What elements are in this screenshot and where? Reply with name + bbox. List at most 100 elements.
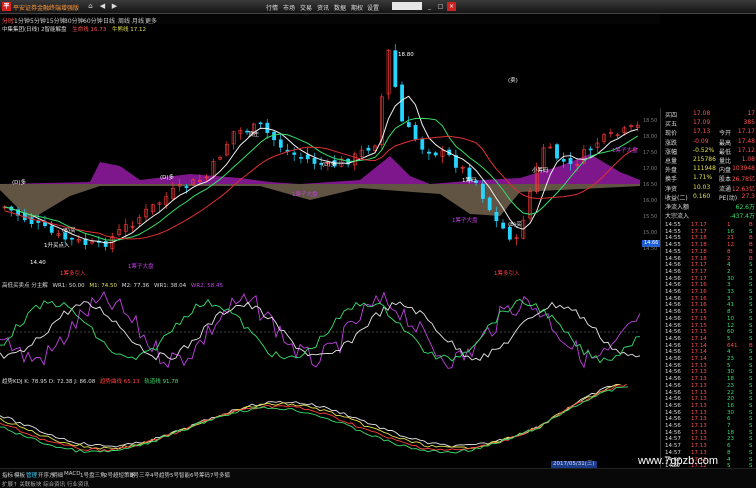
candle <box>400 84 404 122</box>
tick-t: 14:56 <box>665 289 681 295</box>
quote-row: 买五 17.09 385 <box>665 119 755 128</box>
tick-v: 20 <box>727 396 734 403</box>
tick-p: 17.16 <box>691 302 707 309</box>
bottom-tab-6[interactable]: 1号盘三角 <box>80 471 106 479</box>
period-tab-2[interactable]: 5分钟 <box>30 16 46 25</box>
period-tab-9[interactable]: 更多 <box>145 16 157 25</box>
bottom-tab-10[interactable]: 5号智能 <box>170 471 190 479</box>
tick-v: 60 <box>727 329 734 336</box>
tick-p: 17.13 <box>691 443 707 450</box>
tick-v: 3 <box>727 282 731 289</box>
candle <box>406 122 411 127</box>
search-input[interactable] <box>392 2 422 10</box>
tick-t: 14:56 <box>665 329 681 336</box>
minimize-icon[interactable]: _ <box>425 2 434 11</box>
tick-t: 14:55 <box>665 235 681 242</box>
quote-value-right: 17.48 <box>737 137 755 145</box>
bottom-tab-2[interactable]: 管理 <box>26 471 37 479</box>
period-tab-6[interactable]: 日线 <box>103 16 115 25</box>
tick-t: 14:56 <box>665 262 681 269</box>
quote-value-right: 103948 <box>732 165 755 173</box>
tick-p: 17.15 <box>691 322 707 329</box>
tick-t: 14:56 <box>665 369 681 376</box>
candle <box>49 225 54 233</box>
tick-p: 17.17 <box>691 222 707 228</box>
period-tab-4[interactable]: 30分钟 <box>64 16 84 25</box>
bottom-tab-9[interactable]: 4号趋势 <box>150 471 170 479</box>
candle <box>305 154 310 160</box>
tick-p: 17.14 <box>691 342 707 349</box>
bottom-tab-12[interactable]: 7号多狐 <box>210 471 230 479</box>
tick-p: 17.13 <box>691 396 707 403</box>
tick-t: 14:56 <box>665 275 681 282</box>
quote-label-right: 最低 <box>719 148 732 156</box>
quote-value-right: 62.6万 <box>735 204 755 211</box>
price-axis-label: 16.00 <box>643 198 658 204</box>
tick-t: 14:56 <box>665 416 681 423</box>
period-tab-0[interactable]: 分时 <box>2 16 14 25</box>
period-tab-5[interactable]: 60分钟 <box>83 16 103 25</box>
tick-p: 17.13 <box>691 423 707 429</box>
menu-item-1[interactable]: 市场 <box>283 3 295 12</box>
bottom-tab-5[interactable]: MACD <box>64 471 81 477</box>
tick-t: 14:56 <box>665 322 681 329</box>
title-bar: 平 平安证券金融终端增强版 ⌂ ◀ ▶ 行情 市场 交易 资讯 数据 期权 设置 _ □ × <box>0 0 756 14</box>
candle <box>588 148 593 151</box>
maximize-icon[interactable]: □ <box>436 2 445 11</box>
quote-value-right: 27.3 <box>741 192 755 200</box>
tick-v: 30 <box>727 275 734 282</box>
quote-label: 大宗流入 <box>665 213 690 221</box>
tick-v: 16 <box>727 402 734 409</box>
bottom-tab-8[interactable]: 3号三辛 <box>130 471 150 479</box>
forward-icon[interactable]: ▶ <box>110 2 119 11</box>
bottom-tab-4[interactable]: 明细 <box>52 471 63 479</box>
bottom-tab-11[interactable]: 6号筹码 <box>190 471 210 479</box>
candle <box>420 138 425 150</box>
tick-d: S <box>749 443 753 450</box>
tick-t: 14:56 <box>665 362 681 369</box>
candle <box>43 221 47 227</box>
tick-t: 14:56 <box>665 423 681 429</box>
period-tab-7[interactable]: 周线 <box>118 16 130 25</box>
tick-t: 14:57 <box>665 436 681 443</box>
tick-t: 14:56 <box>665 356 681 362</box>
period-tab-8[interactable]: 月线 <box>132 16 144 25</box>
close-icon[interactable]: × <box>447 2 456 11</box>
tick-t: 14:56 <box>665 376 681 383</box>
quote-label: 现价 <box>665 130 678 138</box>
candle <box>501 222 506 229</box>
fund-label-1: 1筹子大盘 <box>292 190 318 198</box>
tick-v: 23 <box>727 356 734 362</box>
period-tab-3[interactable]: 15分钟 <box>46 16 66 25</box>
tick-p: 17.14 <box>691 356 707 362</box>
tick-t: 14:56 <box>665 295 681 302</box>
back-icon[interactable]: ◀ <box>98 2 107 11</box>
tick-d: S <box>749 289 753 295</box>
menu-item-6[interactable]: 设置 <box>367 3 379 12</box>
candlestick-chart: 18.80 14.40 (B)买 (B)买 1升买点入 (D)多 (D)多 (D)多 顶庄小筹码… <box>0 44 640 277</box>
home-icon[interactable]: ⌂ <box>86 2 95 11</box>
candle <box>312 157 317 164</box>
tick-t: 14:56 <box>665 402 681 409</box>
tick-p: 17.15 <box>691 315 707 322</box>
tick-d: S <box>749 456 753 463</box>
quote-value: -0.09 <box>693 137 709 145</box>
tick-t: 14:56 <box>665 315 681 322</box>
tick-t: 14:56 <box>665 335 681 342</box>
tick-p: 17.18 <box>691 235 707 242</box>
zhuang-label-1: 顶庄 <box>248 130 260 138</box>
tick-p: 17.18 <box>691 255 707 262</box>
menu-item-0[interactable]: 行情 <box>266 3 278 12</box>
menu-item-5[interactable]: 期权 <box>351 3 363 12</box>
menu-item-2[interactable]: 交易 <box>300 3 312 12</box>
bottom-tab-1[interactable]: 模板 <box>14 471 25 479</box>
bottom-tab-0[interactable]: 指标 <box>2 471 13 479</box>
tick-p: 17.13 <box>691 409 707 416</box>
tick-t: 14:56 <box>665 382 681 389</box>
quote-row: 大宗流入 -437.4万 <box>665 211 755 220</box>
menu-item-3[interactable]: 资讯 <box>317 3 329 12</box>
candle <box>561 158 566 162</box>
menu-item-4[interactable]: 数据 <box>334 3 346 12</box>
period-tab-1[interactable]: 1分钟 <box>14 16 30 25</box>
tick-v: 30 <box>727 409 734 416</box>
